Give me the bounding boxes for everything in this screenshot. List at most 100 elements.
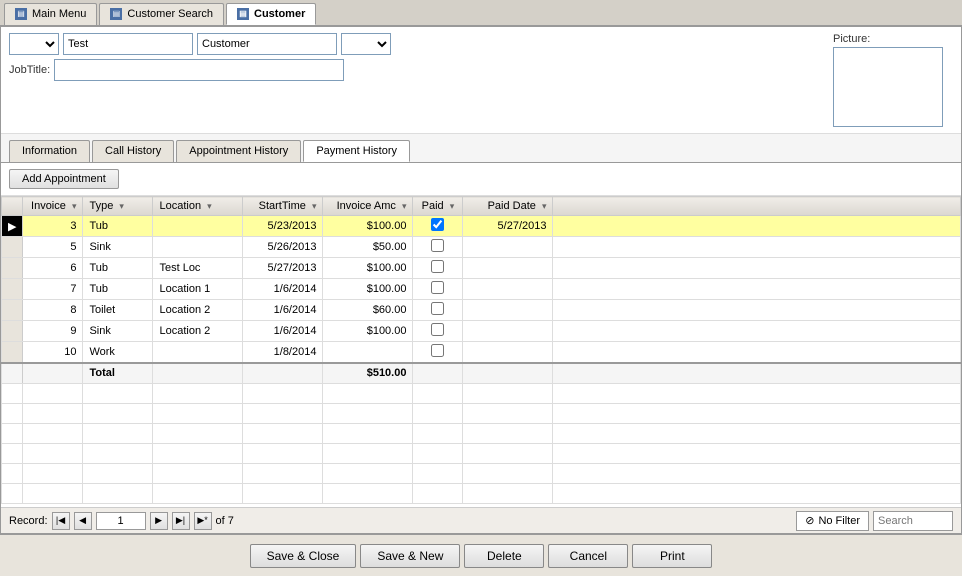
table-cell: 7 xyxy=(23,279,83,300)
extra-cell xyxy=(553,321,961,342)
record-number-input[interactable] xyxy=(96,512,146,530)
empty-row xyxy=(2,483,961,503)
table-cell: $100.00 xyxy=(323,258,413,279)
tab-main-menu[interactable]: ▤ Main Menu xyxy=(4,3,97,25)
last-name-input[interactable] xyxy=(197,33,337,55)
header-type[interactable]: Type ▾ xyxy=(83,197,153,216)
paid-cell[interactable] xyxy=(413,237,463,258)
table-cell: Tub xyxy=(83,279,153,300)
table-cell: 1/6/2014 xyxy=(243,321,323,342)
table-row[interactable]: 6TubTest Loc5/27/2013$100.00 xyxy=(2,258,961,279)
table-cell: Location 2 xyxy=(153,321,243,342)
nav-first-button[interactable]: |◀ xyxy=(52,512,70,530)
add-appointment-button[interactable]: Add Appointment xyxy=(9,169,119,189)
header-paid[interactable]: Paid ▾ xyxy=(413,197,463,216)
header-starttime[interactable]: StartTime ▾ xyxy=(243,197,323,216)
tab-customer-search[interactable]: ▤ Customer Search xyxy=(99,3,224,25)
table-cell xyxy=(153,216,243,237)
table-row[interactable]: 5Sink5/26/2013$50.00 xyxy=(2,237,961,258)
table-row[interactable]: 10Work1/8/2014 xyxy=(2,342,961,364)
header-selector xyxy=(2,197,23,216)
paid-cell[interactable] xyxy=(413,279,463,300)
delete-button[interactable]: Delete xyxy=(464,544,544,568)
sub-tabs: Information Call History Appointment His… xyxy=(1,134,961,163)
extra-cell xyxy=(553,279,961,300)
of-label: of 7 xyxy=(216,515,234,527)
paid-checkbox[interactable] xyxy=(431,323,444,336)
table-cell: 1/6/2014 xyxy=(243,300,323,321)
paiddate-cell xyxy=(463,342,553,364)
print-button[interactable]: Print xyxy=(632,544,712,568)
cancel-button[interactable]: Cancel xyxy=(548,544,628,568)
paid-cell[interactable] xyxy=(413,258,463,279)
paid-cell[interactable] xyxy=(413,216,463,237)
save-new-button[interactable]: Save & New xyxy=(360,544,460,568)
save-close-button[interactable]: Save & Close xyxy=(250,544,357,568)
sub-tab-payment-history[interactable]: Payment History xyxy=(303,140,410,162)
table-cell: Sink xyxy=(83,237,153,258)
total-amount: $510.00 xyxy=(323,363,413,383)
no-filter-button[interactable]: ⊘ No Filter xyxy=(796,511,869,531)
nav-new-button[interactable]: ▶* xyxy=(194,512,212,530)
paid-checkbox[interactable] xyxy=(431,218,444,231)
paid-checkbox[interactable] xyxy=(431,302,444,315)
table-cell xyxy=(323,342,413,364)
sub-tab-call-history[interactable]: Call History xyxy=(92,140,174,162)
paiddate-cell xyxy=(463,237,553,258)
header-invoice[interactable]: Invoice ▾ xyxy=(23,197,83,216)
paid-checkbox[interactable] xyxy=(431,344,444,357)
header-paiddate[interactable]: Paid Date ▾ xyxy=(463,197,553,216)
tab-customer[interactable]: ▤ Customer xyxy=(226,3,316,25)
picture-box xyxy=(833,47,943,127)
toolbar: Add Appointment xyxy=(1,163,961,196)
table-cell: 5/23/2013 xyxy=(243,216,323,237)
paiddate-sort-icon: ▾ xyxy=(542,201,547,212)
customer-icon: ▤ xyxy=(237,8,249,20)
header-amount[interactable]: Invoice Amc ▾ xyxy=(323,197,413,216)
jobtitle-input[interactable] xyxy=(54,59,344,81)
table-cell: 8 xyxy=(23,300,83,321)
table-row[interactable]: 8ToiletLocation 21/6/2014$60.00 xyxy=(2,300,961,321)
extra-cell xyxy=(553,237,961,258)
sub-tab-appointment-history[interactable]: Appointment History xyxy=(176,140,301,162)
nav-prev-button[interactable]: ◀ xyxy=(74,512,92,530)
row-selector xyxy=(2,300,23,321)
nav-last-button[interactable]: ▶| xyxy=(172,512,190,530)
main-menu-icon: ▤ xyxy=(15,8,27,20)
paid-cell[interactable] xyxy=(413,321,463,342)
empty-row xyxy=(2,403,961,423)
table-cell: Sink xyxy=(83,321,153,342)
record-label: Record: xyxy=(9,515,48,527)
title-select[interactable] xyxy=(9,33,59,55)
row-selector xyxy=(2,279,23,300)
payment-table: Invoice ▾ Type ▾ Location ▾ StartTime xyxy=(1,196,961,504)
suffix-select[interactable] xyxy=(341,33,391,55)
paid-sort-icon: ▾ xyxy=(450,201,455,212)
header-location[interactable]: Location ▾ xyxy=(153,197,243,216)
extra-cell xyxy=(553,216,961,237)
nav-next-button[interactable]: ▶ xyxy=(150,512,168,530)
sub-tab-information[interactable]: Information xyxy=(9,140,90,162)
row-selector xyxy=(2,342,23,364)
table-row[interactable]: 9SinkLocation 21/6/2014$100.00 xyxy=(2,321,961,342)
table-cell: Tub xyxy=(83,258,153,279)
paid-checkbox[interactable] xyxy=(431,239,444,252)
table-cell: $100.00 xyxy=(323,321,413,342)
table-container: Invoice ▾ Type ▾ Location ▾ StartTime xyxy=(1,196,961,507)
paid-checkbox[interactable] xyxy=(431,281,444,294)
paid-cell[interactable] xyxy=(413,342,463,364)
table-row[interactable]: ▶3Tub5/23/2013$100.005/27/2013 xyxy=(2,216,961,237)
search-input[interactable] xyxy=(873,511,953,531)
table-cell: Test Loc xyxy=(153,258,243,279)
tab-bar: ▤ Main Menu ▤ Customer Search ▤ Customer xyxy=(0,0,962,26)
row-selector xyxy=(2,237,23,258)
first-name-input[interactable] xyxy=(63,33,193,55)
paid-cell[interactable] xyxy=(413,300,463,321)
header-area: JobTitle: Picture: xyxy=(1,27,961,134)
paiddate-cell xyxy=(463,321,553,342)
table-row[interactable]: 7TubLocation 11/6/2014$100.00 xyxy=(2,279,961,300)
jobtitle-label: JobTitle: xyxy=(9,64,50,76)
customer-search-icon: ▤ xyxy=(110,8,122,20)
paid-checkbox[interactable] xyxy=(431,260,444,273)
table-cell: Work xyxy=(83,342,153,364)
